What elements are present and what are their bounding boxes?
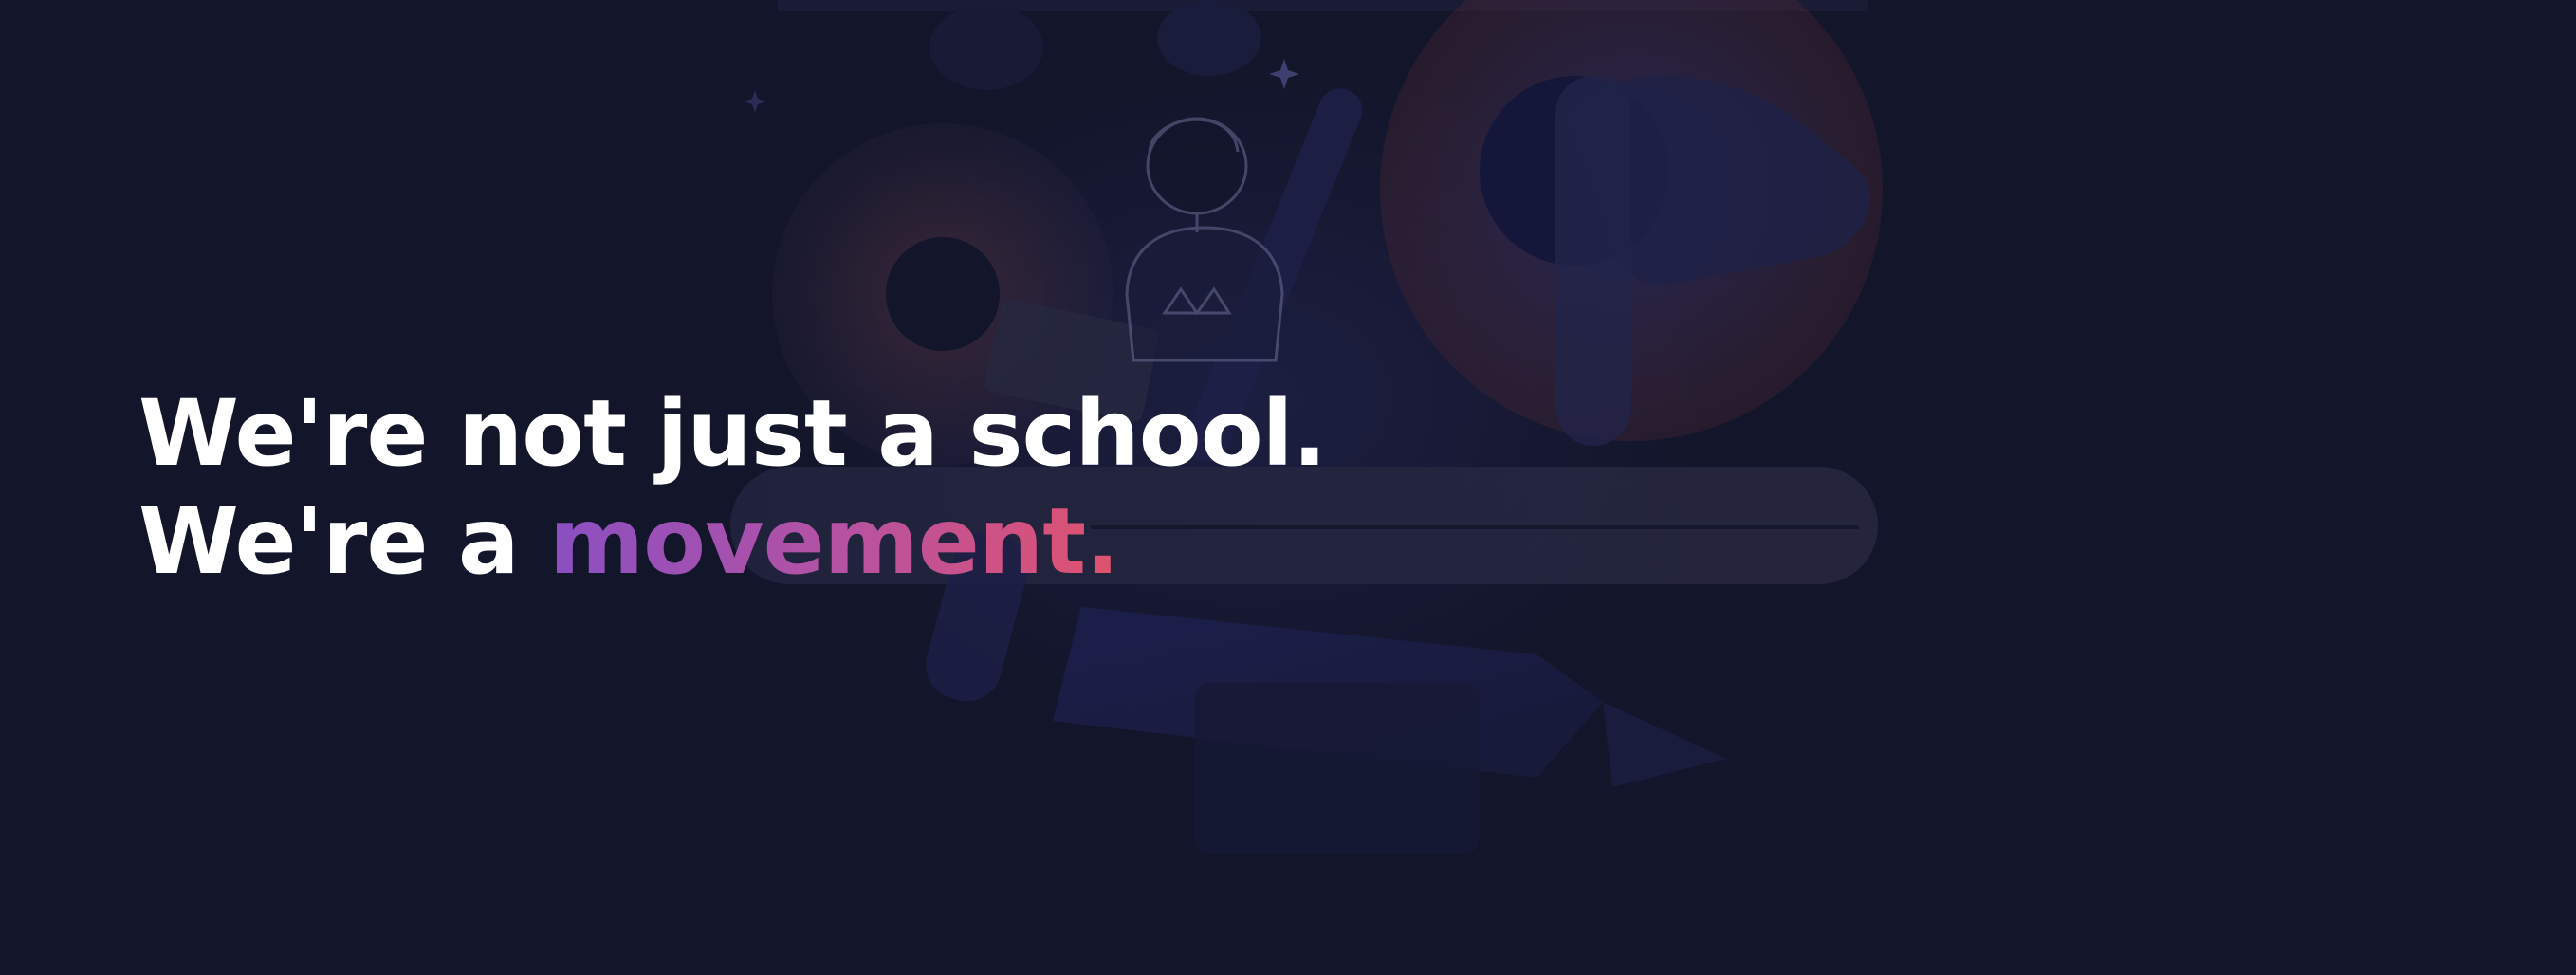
magnet-pillar-shape [1555,76,1631,446]
base-block-shape [1195,683,1480,854]
blob-shape [1157,0,1261,76]
headline-line-2-prefix: We're a [138,488,550,595]
blob-shape [929,5,1043,90]
headline-accent-word: movement. [549,488,1120,595]
headline-line-2: We're a movement. [138,488,1326,596]
hero-section: We're not just a school. We're a movemen… [0,0,2576,975]
student-figure [1125,117,1284,362]
sparkle-icon [1269,59,1299,89]
sparkle-icon [744,90,766,113]
headline-line-1: We're not just a school. [138,380,1327,487]
hero-headline: We're not just a school. We're a movemen… [138,379,1327,596]
